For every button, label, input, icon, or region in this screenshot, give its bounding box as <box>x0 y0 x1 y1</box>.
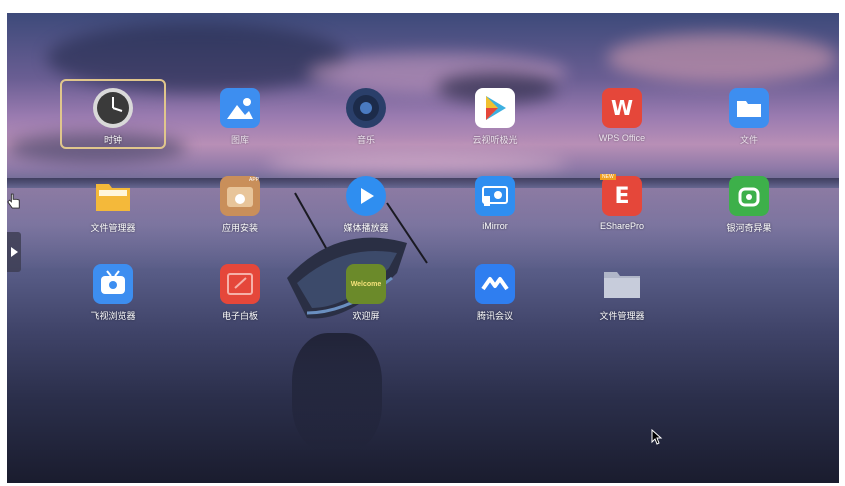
clock-icon <box>93 88 133 128</box>
welcome-icon: Welcome <box>346 264 386 304</box>
app-label: 腾讯会议 <box>476 311 513 321</box>
folder-icon <box>729 88 769 128</box>
app-label: 时钟 <box>103 135 122 145</box>
side-expand-tab[interactable] <box>7 232 21 272</box>
app-kiwi[interactable]: 银河奇异果 <box>699 170 799 238</box>
app-label: 媒体播放器 <box>343 223 389 233</box>
app-label: 银河奇异果 <box>726 223 772 233</box>
app-label: 音乐 <box>356 135 375 145</box>
app-label: iMirror <box>482 221 508 231</box>
eshare-icon: E NEW <box>600 174 642 216</box>
app-label: 电子白板 <box>221 311 258 321</box>
app-label: ESharePro <box>599 221 645 231</box>
app-badge: APP <box>248 177 259 183</box>
app-label: 文件管理器 <box>90 223 136 233</box>
mirror-icon <box>475 176 515 216</box>
app-label: 欢迎屏 <box>352 311 380 321</box>
app-tencent-meeting[interactable]: 腾讯会议 <box>445 258 545 326</box>
welcome-text: Welcome <box>350 280 382 288</box>
cloud <box>607 33 837 83</box>
app-clock[interactable]: 时钟 <box>63 82 163 150</box>
video-play-icon <box>475 88 515 128</box>
app-label: WPS Office <box>598 133 646 143</box>
app-music[interactable]: 音乐 <box>316 82 416 150</box>
app-label: 飞视浏览器 <box>90 311 136 321</box>
app-label: 图库 <box>230 135 249 145</box>
app-browser[interactable]: 飞视浏览器 <box>63 258 163 326</box>
file-manager-icon <box>93 176 133 216</box>
app-label: 应用安装 <box>221 223 258 233</box>
kiwi-icon <box>729 176 769 216</box>
hand-pointer-icon <box>7 193 20 209</box>
folder-gray-icon <box>602 264 642 304</box>
arrow-right-icon <box>11 247 18 257</box>
app-file-manager[interactable]: 文件管理器 <box>63 170 163 238</box>
music-speaker-icon <box>346 88 386 128</box>
mouse-cursor-icon <box>651 429 663 445</box>
meeting-icon <box>475 264 515 304</box>
browser-tv-icon <box>93 264 133 304</box>
app-welcome[interactable]: Welcome 欢迎屏 <box>316 258 416 326</box>
app-files[interactable]: 文件 <box>699 82 799 150</box>
app-label: 文件管理器 <box>599 311 645 321</box>
app-install-icon: APP <box>220 176 260 216</box>
gallery-icon <box>220 88 260 128</box>
app-wps[interactable]: W WPS Office <box>572 82 672 150</box>
app-yunshiting[interactable]: 云视听极光 <box>445 82 545 150</box>
app-label: 文件 <box>739 135 758 145</box>
app-media-player[interactable]: 媒体播放器 <box>316 170 416 238</box>
wps-icon: W <box>602 88 642 128</box>
app-install[interactable]: APP 应用安装 <box>190 170 290 238</box>
app-gallery[interactable]: 图库 <box>190 82 290 150</box>
app-esharepro[interactable]: E NEW ESharePro <box>572 170 672 238</box>
app-file-manager-2[interactable]: 文件管理器 <box>572 258 672 326</box>
app-imirror[interactable]: iMirror <box>445 170 545 238</box>
new-badge: NEW <box>600 174 616 180</box>
whiteboard-icon <box>220 264 260 304</box>
app-whiteboard[interactable]: 电子白板 <box>190 258 290 326</box>
app-label: 云视听极光 <box>472 135 518 145</box>
side-hand-tab[interactable] <box>7 188 21 214</box>
boat-reflection <box>292 333 382 453</box>
media-player-icon <box>346 176 386 216</box>
